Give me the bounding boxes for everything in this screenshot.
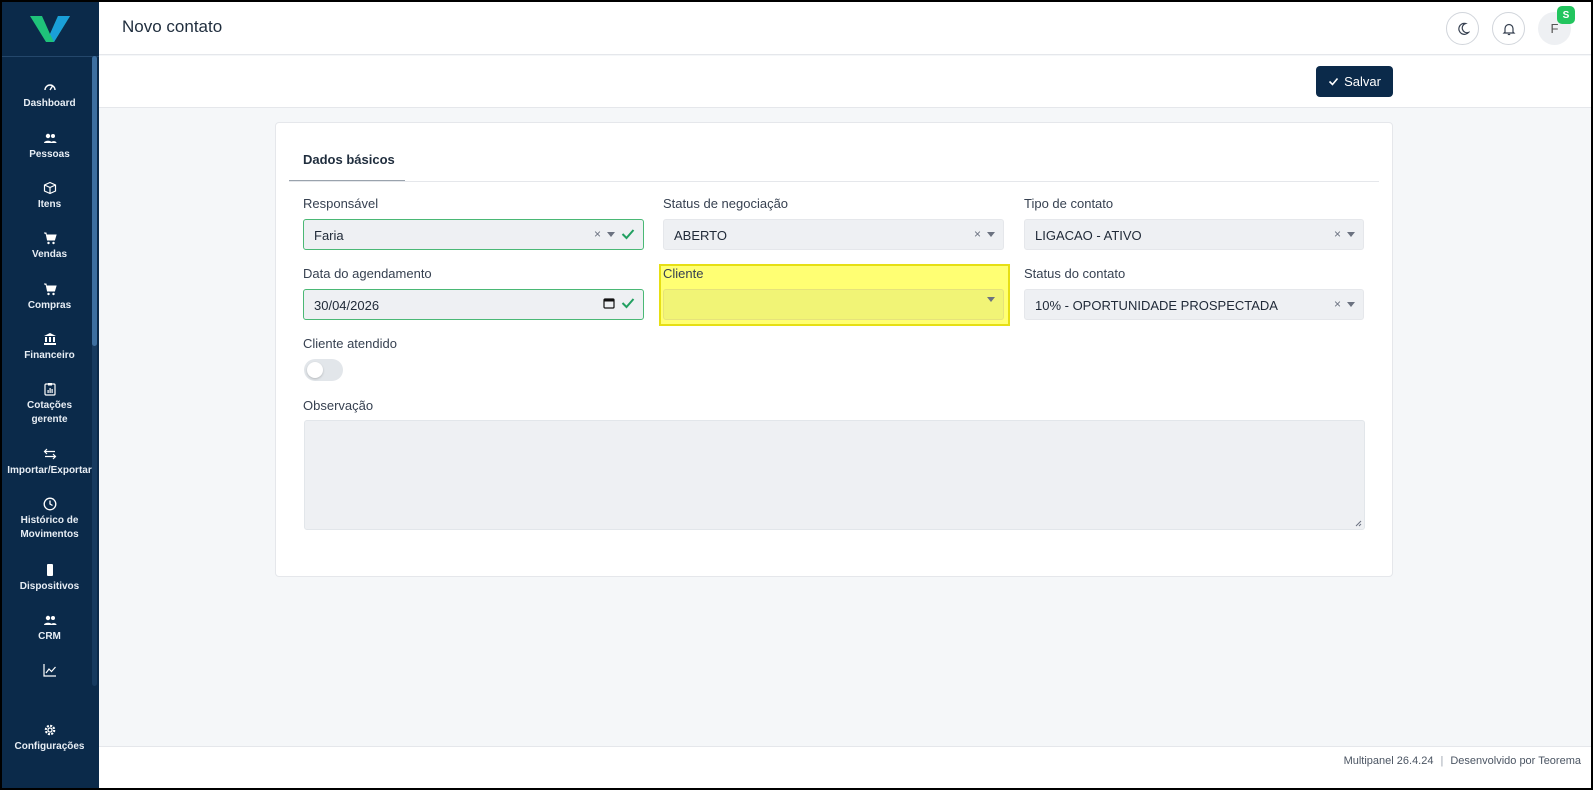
sidebar-item-financeiro[interactable]: Financeiro bbox=[0, 332, 99, 363]
check-icon bbox=[1328, 77, 1339, 86]
sidebar-item-cotacoes-gerente[interactable]: Cotações gerente bbox=[0, 382, 99, 427]
swap-icon bbox=[43, 448, 56, 460]
cliente-atendido-toggle[interactable] bbox=[304, 359, 343, 381]
sidebar-item-vendas[interactable]: Vendas bbox=[0, 231, 99, 262]
status-badge: S bbox=[1557, 6, 1575, 24]
tab-dados-basicos[interactable]: Dados básicos bbox=[289, 137, 405, 182]
bank-icon bbox=[43, 333, 56, 345]
save-button-label: Salvar bbox=[1344, 74, 1381, 89]
chevron-down-icon[interactable] bbox=[607, 231, 615, 237]
status-negociacao-value: ABERTO bbox=[674, 228, 727, 243]
sidebar-item-pessoas[interactable]: Pessoas bbox=[0, 131, 99, 162]
tipo-contato-label: Tipo de contato bbox=[1024, 196, 1114, 211]
status-contato-value: 10% - OPORTUNIDADE PROSPECTADA bbox=[1035, 298, 1278, 313]
chevron-down-icon[interactable] bbox=[1347, 231, 1355, 237]
theme-toggle-button[interactable] bbox=[1446, 12, 1479, 45]
sidebar-item-crm[interactable]: CRM bbox=[0, 613, 99, 644]
sidebar-item-importar-exportar[interactable]: Importar/Exportar bbox=[0, 447, 99, 478]
notifications-button[interactable] bbox=[1492, 12, 1525, 45]
sidebar-item-compras[interactable]: Compras bbox=[0, 282, 99, 313]
clear-icon[interactable]: × bbox=[594, 227, 601, 241]
status-negociacao-select[interactable]: ABERTO × bbox=[663, 219, 1004, 250]
save-button[interactable]: Salvar bbox=[1316, 66, 1393, 97]
resize-handle-icon[interactable] bbox=[1355, 520, 1362, 527]
status-negociacao-label: Status de negociação bbox=[663, 196, 789, 211]
phone-icon bbox=[46, 564, 53, 576]
responsavel-value: Faria bbox=[314, 228, 344, 243]
developer-credit: Desenvolvido por Teorema bbox=[1450, 755, 1581, 767]
clear-icon[interactable]: × bbox=[974, 227, 981, 241]
chevron-down-icon[interactable] bbox=[1347, 301, 1355, 307]
chevron-down-icon[interactable] bbox=[987, 231, 995, 237]
sidebar-item-label: Financeiro bbox=[24, 350, 75, 361]
sidebar-divider bbox=[0, 56, 99, 57]
observacao-label: Observação bbox=[303, 398, 374, 413]
sidebar-item-configuracoes[interactable]: Configurações bbox=[0, 723, 99, 754]
sidebar: Dashboard Pessoas Itens Vendas Compras F… bbox=[0, 0, 99, 790]
sidebar-item-dashboard[interactable]: Dashboard bbox=[0, 80, 99, 111]
footer: Multipanel 26.4.24 | Desenvolvido por Teor… bbox=[99, 746, 1593, 790]
tipo-contato-value: LIGACAO - ATIVO bbox=[1035, 228, 1142, 243]
chevron-down-icon[interactable] bbox=[987, 297, 995, 302]
calendar-icon[interactable] bbox=[603, 297, 615, 309]
sidebar-item-label: Histórico de Movimentos bbox=[20, 515, 79, 540]
responsavel-label: Responsável bbox=[303, 196, 379, 211]
action-bar: Salvar bbox=[99, 56, 1593, 108]
observacao-textarea[interactable] bbox=[304, 420, 1365, 530]
app-version: Multipanel 26.4.24 bbox=[1343, 755, 1434, 767]
clock-icon bbox=[43, 497, 56, 511]
clear-icon[interactable]: × bbox=[1334, 297, 1341, 311]
cliente-atendido-label: Cliente atendido bbox=[303, 336, 397, 351]
people-icon bbox=[43, 133, 56, 143]
data-agendamento-label: Data do agendamento bbox=[303, 266, 432, 281]
page-title: Novo contato bbox=[122, 17, 223, 36]
gear-icon bbox=[44, 724, 55, 736]
cart-icon bbox=[43, 283, 57, 296]
bell-icon bbox=[1502, 23, 1515, 35]
sidebar-item-label: Cotações gerente bbox=[26, 400, 72, 425]
status-contato-label: Status do contato bbox=[1024, 266, 1126, 281]
clipboard-icon bbox=[43, 383, 56, 396]
top-header: Novo contato F S bbox=[99, 0, 1593, 55]
gauge-icon bbox=[43, 84, 56, 91]
chart-line-icon bbox=[42, 664, 56, 677]
sidebar-item-label: Dispositivos bbox=[19, 581, 80, 592]
check-icon bbox=[621, 298, 635, 309]
cliente-label: Cliente bbox=[663, 266, 704, 281]
cart-icon bbox=[43, 232, 57, 245]
tipo-contato-select[interactable]: LIGACAO - ATIVO × bbox=[1024, 219, 1364, 250]
box-icon bbox=[43, 181, 56, 195]
sidebar-item-label: CRM bbox=[38, 631, 61, 642]
sidebar-item-label: Dashboard bbox=[23, 98, 76, 109]
check-icon bbox=[621, 229, 635, 240]
sidebar-item-label: Importar/Exportar bbox=[7, 465, 92, 476]
cliente-select[interactable] bbox=[663, 289, 1004, 320]
clear-icon[interactable]: × bbox=[1334, 227, 1341, 241]
form-card: Dados básicos Responsável Faria × Status… bbox=[275, 122, 1393, 577]
sidebar-item-label: Pessoas bbox=[29, 149, 70, 160]
moon-icon bbox=[1457, 22, 1470, 35]
sidebar-item-historico-movimentos[interactable]: Histórico de Movimentos bbox=[0, 497, 99, 542]
sidebar-item-label: Vendas bbox=[31, 249, 68, 260]
people-icon bbox=[43, 615, 56, 625]
sidebar-item-itens[interactable]: Itens bbox=[0, 181, 99, 212]
data-agendamento-input[interactable]: 30/04/2026 bbox=[303, 289, 644, 320]
footer-divider: | bbox=[1440, 755, 1444, 767]
sidebar-item-label: Compras bbox=[27, 300, 72, 311]
responsavel-select[interactable]: Faria × bbox=[303, 219, 644, 250]
sidebar-item-label: Configurações bbox=[14, 741, 85, 752]
tab-divider bbox=[289, 181, 1379, 182]
app-logo[interactable] bbox=[28, 12, 72, 46]
sidebar-item-dispositivos[interactable]: Dispositivos bbox=[0, 563, 99, 594]
sidebar-item-relatorios[interactable] bbox=[0, 663, 99, 680]
toggle-knob bbox=[307, 362, 323, 378]
data-agendamento-value: 30/04/2026 bbox=[314, 298, 380, 313]
status-contato-select[interactable]: 10% - OPORTUNIDADE PROSPECTADA × bbox=[1024, 289, 1364, 320]
sidebar-item-label: Itens bbox=[37, 199, 62, 210]
